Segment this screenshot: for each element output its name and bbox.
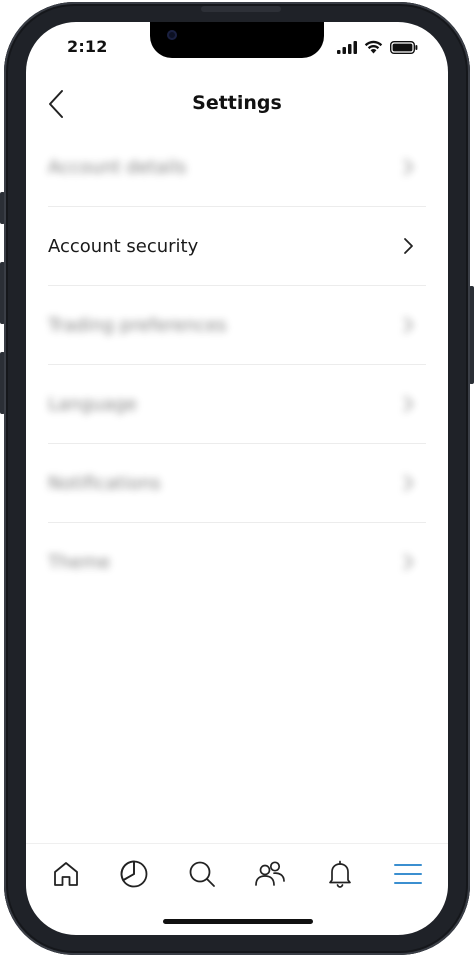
tab-community[interactable] bbox=[252, 856, 288, 892]
menu-item-label: Trading preferences bbox=[48, 314, 227, 336]
menu-item-trading-preferences[interactable]: Trading preferences bbox=[48, 286, 426, 365]
camera-icon bbox=[167, 30, 177, 40]
bell-icon bbox=[329, 860, 351, 888]
menu-item-theme[interactable]: Theme bbox=[48, 523, 426, 601]
wifi-icon bbox=[364, 40, 383, 54]
tab-home[interactable] bbox=[48, 856, 84, 892]
battery-icon bbox=[390, 40, 418, 54]
menu-item-label: Language bbox=[48, 393, 137, 415]
page-title: Settings bbox=[192, 92, 282, 114]
tab-search[interactable] bbox=[184, 856, 220, 892]
people-icon bbox=[255, 861, 285, 886]
chevron-right-icon bbox=[404, 554, 413, 570]
settings-menu: Account details Account security Trading… bbox=[48, 128, 426, 601]
chevron-right-icon bbox=[404, 238, 413, 254]
speaker-grille bbox=[201, 6, 281, 12]
menu-item-language[interactable]: Language bbox=[48, 365, 426, 444]
menu-item-label: Account security bbox=[48, 235, 199, 257]
settings-header: Settings bbox=[26, 82, 448, 126]
hamburger-icon bbox=[394, 864, 422, 884]
signal-icon bbox=[337, 40, 357, 54]
menu-item-account-security[interactable]: Account security bbox=[48, 207, 426, 286]
tab-menu[interactable] bbox=[390, 856, 426, 892]
menu-item-account-details[interactable]: Account details bbox=[48, 128, 426, 207]
tab-portfolio[interactable] bbox=[116, 856, 152, 892]
device-mockup: 2:12 Settings Account details Account se… bbox=[0, 0, 474, 957]
menu-item-notifications[interactable]: Notifications bbox=[48, 444, 426, 523]
tab-notifications[interactable] bbox=[322, 856, 358, 892]
search-icon bbox=[189, 861, 215, 887]
menu-item-label: Theme bbox=[48, 551, 111, 573]
menu-item-label: Account details bbox=[48, 156, 187, 178]
phone-screen: 2:12 Settings Account details Account se… bbox=[26, 22, 448, 935]
home-icon bbox=[54, 862, 78, 886]
menu-item-label: Notifications bbox=[48, 472, 161, 494]
bottom-tab-bar bbox=[26, 843, 448, 904]
status-icons bbox=[337, 40, 418, 54]
chevron-right-icon bbox=[404, 159, 413, 175]
chevron-right-icon bbox=[404, 317, 413, 333]
chevron-right-icon bbox=[404, 396, 413, 412]
status-time: 2:12 bbox=[67, 37, 108, 56]
notch bbox=[150, 22, 324, 58]
chevron-right-icon bbox=[404, 475, 413, 491]
pie-chart-icon bbox=[120, 860, 148, 888]
home-indicator[interactable] bbox=[163, 919, 313, 924]
